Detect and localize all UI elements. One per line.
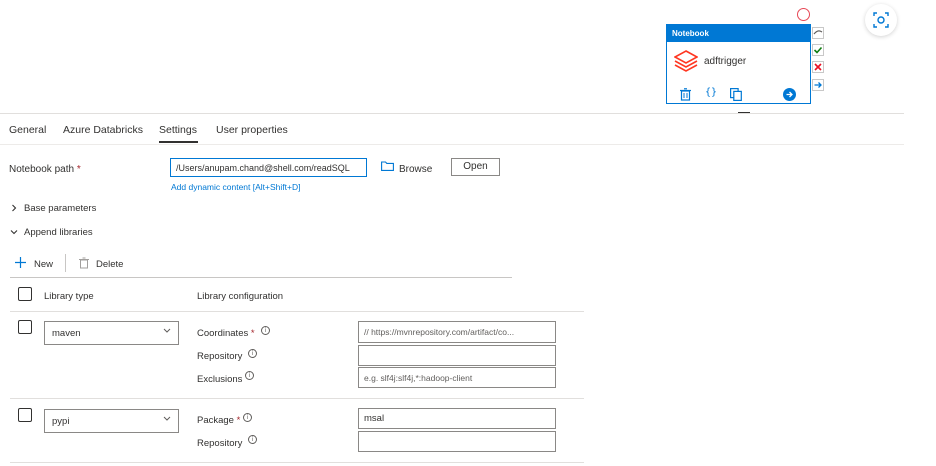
toolbar-separator — [65, 254, 66, 272]
info-icon[interactable]: i — [248, 349, 257, 358]
repository-label: Repository — [197, 351, 243, 362]
open-button[interactable]: Open — [451, 158, 500, 176]
folder-icon[interactable] — [381, 161, 394, 171]
library-type-dropdown[interactable]: pypi — [44, 409, 179, 433]
add-icon[interactable] — [15, 257, 26, 268]
clone-activity-icon[interactable] — [730, 88, 742, 101]
delete-activity-icon[interactable] — [680, 88, 691, 101]
column-header-library-type: Library type — [44, 291, 94, 302]
exclusions-label: Exclusions — [197, 374, 243, 385]
tabs-divider — [0, 144, 904, 145]
required-indicator: * — [76, 164, 81, 175]
header-divider — [10, 311, 584, 312]
info-icon[interactable]: i — [243, 413, 252, 422]
info-icon[interactable]: i — [261, 326, 270, 335]
breakpoint-circle-icon[interactable] — [797, 8, 810, 21]
activity-type-header: Notebook — [667, 25, 810, 42]
failure-connector-icon[interactable] — [812, 61, 824, 73]
row-divider — [10, 462, 584, 463]
add-dynamic-content-link[interactable]: Add dynamic content [Alt+Shift+D] — [171, 182, 300, 192]
package-label: Package * — [197, 415, 241, 426]
coordinates-label: Coordinates * — [197, 328, 255, 339]
repository-input[interactable] — [358, 431, 556, 452]
success-connector-icon[interactable] — [812, 44, 824, 56]
notebook-path-label: Notebook path * — [9, 164, 81, 175]
tab-settings[interactable]: Settings — [159, 124, 197, 136]
skip-connector-icon[interactable] — [812, 27, 824, 39]
activity-name: adftrigger — [704, 56, 747, 67]
notebook-path-input[interactable] — [170, 158, 367, 177]
coordinates-input[interactable] — [358, 321, 556, 343]
canvas-divider — [0, 113, 904, 114]
select-all-checkbox[interactable] — [18, 287, 32, 301]
append-libraries-section[interactable]: Append libraries — [24, 227, 93, 238]
info-icon[interactable]: i — [245, 371, 254, 380]
exclusions-input[interactable] — [358, 367, 556, 388]
browse-button[interactable]: Browse — [399, 164, 432, 175]
tab-azure-databricks[interactable]: Azure Databricks — [63, 124, 143, 136]
chevron-down-icon — [163, 328, 171, 333]
tab-general[interactable]: General — [9, 124, 46, 136]
chevron-down-icon — [163, 416, 171, 421]
view-code-icon[interactable]: {} — [705, 87, 717, 98]
delete-button[interactable]: Delete — [96, 259, 123, 270]
library-type-dropdown[interactable]: maven — [44, 321, 179, 345]
completion-connector-icon[interactable] — [812, 79, 824, 91]
new-button[interactable]: New — [34, 259, 53, 270]
row-divider — [10, 398, 584, 399]
fit-to-view-button[interactable] — [865, 4, 897, 36]
info-icon[interactable]: i — [248, 435, 257, 444]
toolbar-divider — [10, 277, 512, 278]
focus-frame-icon — [873, 12, 889, 28]
repository-input[interactable] — [358, 345, 556, 366]
add-output-arrow-icon[interactable] — [783, 88, 796, 101]
row-checkbox[interactable] — [18, 320, 32, 334]
databricks-logo-icon — [674, 50, 698, 72]
repository-label: Repository — [197, 438, 243, 449]
chevron-down-icon[interactable] — [10, 228, 18, 236]
tab-user-properties[interactable]: User properties — [216, 124, 288, 136]
base-parameters-section[interactable]: Base parameters — [24, 203, 96, 214]
column-header-library-configuration: Library configuration — [197, 291, 284, 302]
delete-icon[interactable] — [79, 257, 89, 269]
active-tab-indicator — [159, 141, 198, 143]
row-checkbox[interactable] — [18, 408, 32, 422]
chevron-right-icon[interactable] — [10, 204, 18, 212]
package-input[interactable] — [358, 408, 556, 429]
